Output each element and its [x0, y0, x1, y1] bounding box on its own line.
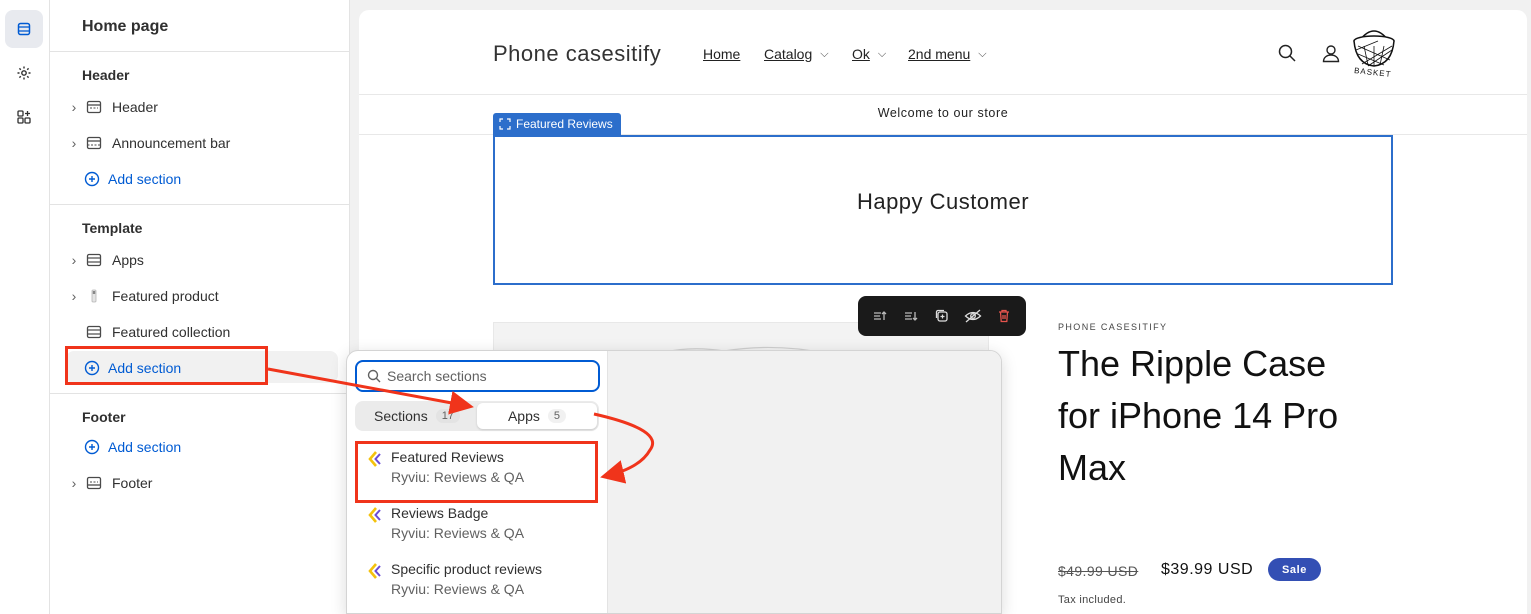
nav-link[interactable]: 2nd menu	[908, 46, 970, 62]
sections-icon	[17, 22, 31, 36]
select-frame-icon	[499, 118, 511, 130]
template-group-title: Template	[82, 220, 143, 236]
move-up-icon[interactable]	[869, 305, 891, 327]
annotation-highlight-add-section	[65, 346, 268, 385]
add-section-label: Add section	[108, 171, 182, 187]
section-tag-label: Featured Reviews	[516, 117, 613, 131]
announcement-layout-icon	[86, 136, 104, 150]
settings-rail-button[interactable]	[5, 54, 43, 92]
apps-icon	[17, 110, 31, 124]
page-title: Home page	[82, 18, 169, 35]
search-field[interactable]	[355, 360, 600, 392]
app-block-specific-product-reviews[interactable]: Specific product reviews Ryviu: Reviews …	[355, 557, 599, 609]
plus-circle-icon	[84, 171, 100, 187]
nav-link[interactable]: Ok	[852, 46, 870, 62]
chevron-right-icon[interactable]: ›	[66, 135, 82, 151]
add-section-label: Add section	[108, 439, 182, 455]
apps-layout-icon	[86, 253, 104, 267]
featured-reviews-section[interactable]: Happy Customer	[493, 135, 1393, 285]
divider	[50, 51, 350, 52]
annotation-highlight-featured-reviews	[355, 441, 598, 503]
chevron-down-icon: ⌵	[820, 47, 829, 60]
delete-icon[interactable]	[993, 305, 1015, 327]
price-sale: $39.99 USD	[1161, 561, 1254, 578]
section-item-label: Apps	[112, 252, 144, 268]
nav-item-2nd-menu[interactable]: 2nd menu ⌵	[908, 46, 987, 62]
chevron-right-icon[interactable]: ›	[66, 288, 82, 304]
chevron-down-icon: ⌵	[877, 47, 887, 60]
chevron-right-icon[interactable]: ›	[66, 475, 82, 491]
ryviu-logo-icon	[368, 507, 381, 523]
app-block-provider: Ryviu: Reviews & QA	[391, 525, 525, 541]
nav-item-ok[interactable]: Ok ⌵	[852, 46, 886, 62]
nav-item-catalog[interactable]: Catalog ⌵	[764, 46, 829, 62]
chevron-down-icon: ⌵	[978, 47, 987, 60]
nav-link[interactable]: Catalog	[764, 46, 812, 62]
nav-link[interactable]: Home	[703, 46, 740, 62]
sections-sidebar: Home page Header › Header › Announcement…	[50, 0, 350, 614]
section-item-label: Header	[112, 99, 158, 115]
section-heading: Happy Customer	[856, 189, 1030, 214]
icon-rail	[0, 0, 50, 614]
add-section-footer-button[interactable]: Add section	[84, 432, 181, 462]
section-label-tag[interactable]: Featured Reviews	[493, 113, 621, 135]
add-section-header-button[interactable]: Add section	[84, 164, 181, 194]
tab-count: 5	[547, 409, 567, 423]
divider	[50, 204, 350, 205]
popover-tabs: Sections 17 Apps 5	[355, 401, 599, 431]
header-group-title: Header	[82, 67, 130, 83]
tab-label: Sections	[374, 408, 428, 424]
section-item-footer[interactable]: › Footer	[66, 468, 338, 498]
tab-apps[interactable]: Apps 5	[477, 403, 597, 429]
section-item-label: Footer	[112, 475, 153, 491]
divider	[50, 393, 350, 394]
apps-rail-button[interactable]	[5, 98, 43, 136]
gear-icon	[17, 66, 31, 80]
section-item-label: Featured collection	[112, 324, 231, 340]
move-down-icon[interactable]	[900, 305, 922, 327]
tax-note: Tax included.	[1058, 594, 1127, 606]
sections-rail-button[interactable]	[5, 10, 43, 48]
section-preview-pane	[607, 351, 1001, 613]
store-name[interactable]: Phone casesitify	[493, 41, 661, 67]
section-item-label: Featured product	[112, 288, 219, 304]
chevron-right-icon[interactable]: ›	[66, 99, 82, 115]
section-item-apps[interactable]: › Apps	[66, 245, 338, 275]
hide-icon[interactable]	[962, 305, 984, 327]
account-icon[interactable]	[1321, 43, 1341, 63]
duplicate-icon[interactable]	[931, 305, 953, 327]
tab-sections[interactable]: Sections 17	[357, 403, 477, 429]
tab-count: 17	[435, 409, 460, 423]
theme-editor: Home page Header › Header › Announcement…	[0, 0, 1531, 614]
header-layout-icon	[86, 100, 104, 114]
section-item-featured-product[interactable]: › Featured product	[66, 281, 338, 311]
section-item-header[interactable]: › Header	[66, 92, 338, 122]
tab-label: Apps	[507, 408, 540, 424]
section-item-announcement-bar[interactable]: › Announcement bar	[66, 128, 338, 158]
basket-cart-icon[interactable]: BASKET	[1350, 24, 1398, 82]
section-item-label: Announcement bar	[112, 135, 231, 151]
footer-layout-icon	[86, 476, 104, 490]
product-vendor: PHONE CASESITIFY	[1058, 322, 1168, 332]
plus-circle-icon	[84, 439, 100, 455]
search-icon[interactable]	[1277, 43, 1297, 63]
footer-group-title: Footer	[82, 409, 126, 425]
product-title: The Ripple Case for iPhone 14 Pro Max	[1058, 343, 1339, 488]
app-block-reviews-badge[interactable]: Reviews Badge Ryviu: Reviews & QA	[355, 501, 599, 553]
app-block-name: Reviews Badge	[391, 505, 489, 521]
search-input[interactable]	[387, 368, 587, 384]
sale-badge: Sale	[1268, 558, 1321, 581]
chevron-right-icon[interactable]: ›	[66, 252, 82, 268]
ryviu-logo-icon	[368, 563, 381, 579]
price-compare-at: $49.99 USD	[1058, 563, 1139, 579]
app-block-name: Specific product reviews	[391, 561, 542, 577]
search-icon	[367, 369, 381, 383]
section-item-featured-collection[interactable]: Featured collection	[66, 317, 338, 347]
product-icon	[86, 289, 104, 303]
header-divider	[359, 94, 1527, 95]
nav-item-home[interactable]: Home	[703, 46, 740, 62]
app-block-provider: Ryviu: Reviews & QA	[391, 581, 525, 597]
collection-layout-icon	[86, 325, 104, 339]
section-toolbar	[858, 296, 1026, 336]
